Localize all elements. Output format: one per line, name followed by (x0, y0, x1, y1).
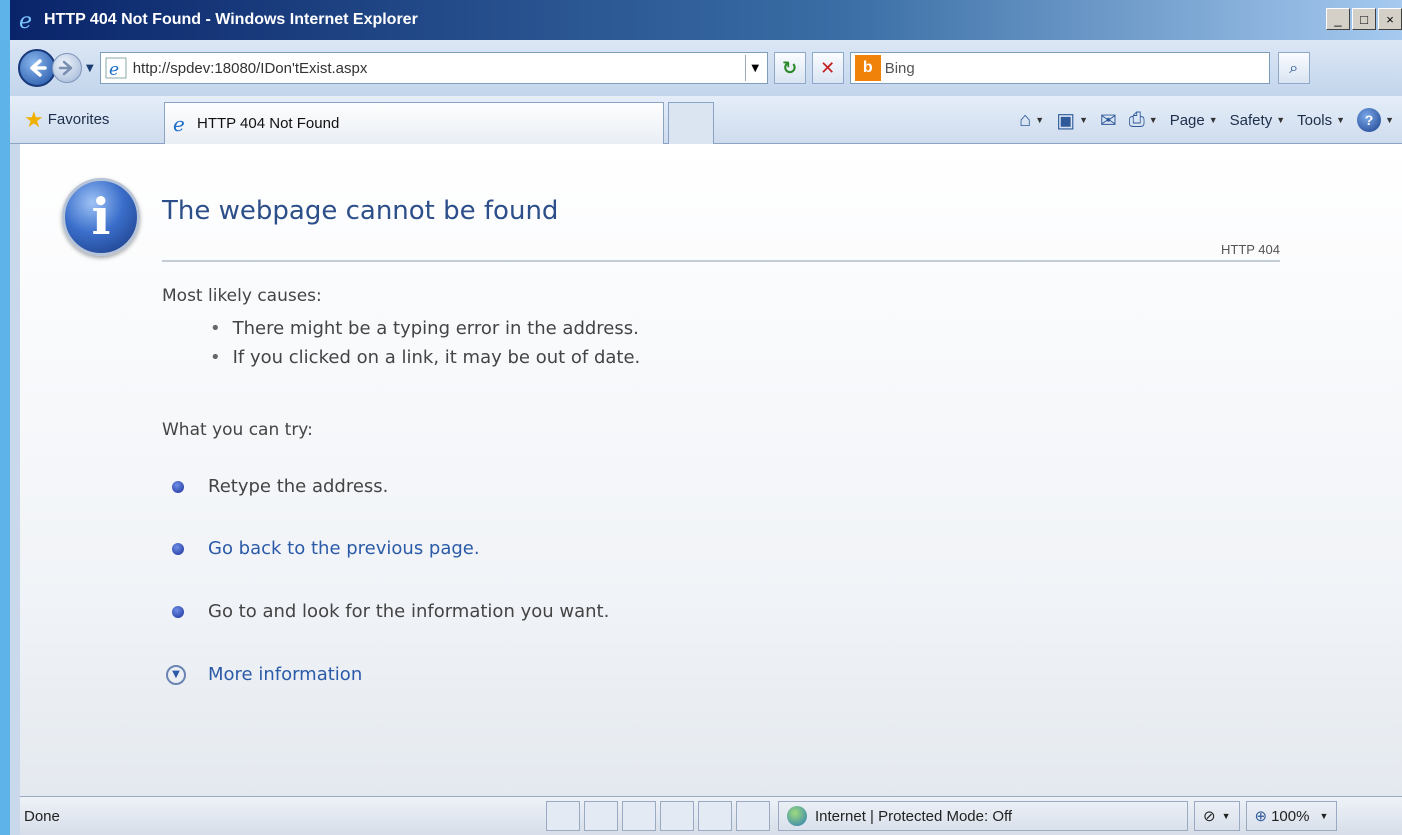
bullet-icon (172, 605, 184, 618)
go-to-text: Go to and look for the information you w… (208, 601, 610, 622)
svg-text:e: e (173, 112, 185, 134)
star-icon: ★ (24, 106, 44, 132)
try-heading: What you can try: (162, 420, 313, 440)
window-title: HTTP 404 Not Found - Windows Internet Ex… (44, 11, 418, 28)
error-code: HTTP 404 (1220, 242, 1280, 257)
feeds-button[interactable]: ▣ ▼ (1052, 108, 1092, 133)
title-bar: e HTTP 404 Not Found - Windows Internet … (10, 0, 1402, 40)
tools-menu[interactable]: Tools ▼ (1293, 112, 1349, 129)
globe-icon (787, 806, 807, 826)
more-information-link[interactable]: More information (208, 664, 362, 685)
bing-icon: b (854, 55, 881, 81)
favorites-button[interactable]: ★ Favorites (24, 107, 164, 133)
privacy-icon: ⊘ (1203, 808, 1216, 825)
search-box[interactable]: b (849, 52, 1270, 84)
more-information-item[interactable]: ▼ More information (166, 664, 362, 685)
status-pane (698, 801, 732, 831)
svg-text:e: e (19, 9, 32, 32)
zone-text: Internet | Protected Mode: Off (815, 807, 1013, 825)
ie-logo-icon: e (173, 112, 185, 134)
status-pane (660, 801, 694, 831)
page-menu[interactable]: Page ▼ (1166, 112, 1222, 129)
chevron-down-icon[interactable]: ▼ (166, 664, 186, 685)
address-dropdown[interactable]: ▼ (744, 55, 765, 81)
status-text: Done (24, 807, 60, 825)
rss-icon: ▣ (1056, 109, 1076, 132)
tab-http-404[interactable]: e HTTP 404 Not Found (164, 101, 664, 144)
causes-list: • There might be a typing error in the ad… (210, 318, 640, 376)
status-pane (584, 801, 618, 831)
favorites-label: Favorites (47, 111, 110, 128)
svg-text:e: e (109, 60, 119, 79)
ie-window: e HTTP 404 Not Found - Windows Internet … (0, 0, 1402, 835)
magnifier-icon: ⌕ (1289, 58, 1299, 77)
ie-logo-icon: e (19, 9, 32, 32)
home-button[interactable]: ⌂ ▼ (1015, 109, 1048, 132)
zoom-button[interactable]: ⊕ 100% ▼ (1245, 801, 1338, 831)
zoom-level: 100% (1271, 807, 1310, 825)
retype-address-text: Retype the address. (208, 476, 389, 497)
bullet-icon (172, 542, 184, 555)
search-input[interactable] (884, 59, 1245, 77)
command-toolbar: ★ Favorites e HTTP 404 Not Found ⌂ ▼ ▣ ▼ ✉… (10, 96, 1402, 144)
tab-title: HTTP 404 Not Found (197, 114, 340, 132)
maximize-button[interactable]: □ (1352, 8, 1376, 30)
divider (162, 260, 1280, 262)
go-to-item: Go to and look for the information you w… (172, 601, 609, 622)
safety-menu[interactable]: Safety ▼ (1226, 112, 1289, 129)
page-menu-label: Page (1169, 111, 1205, 129)
close-button[interactable]: × (1378, 8, 1402, 30)
recent-pages-dropdown[interactable]: ▼ (86, 63, 94, 74)
page-ie-icon: e (105, 57, 127, 79)
print-button[interactable]: ⎙ ▼ (1125, 109, 1162, 132)
new-tab-button[interactable] (668, 101, 714, 144)
help-icon: ? (1357, 108, 1382, 132)
causes-heading: Most likely causes: (162, 286, 322, 306)
status-pane (736, 801, 770, 831)
go-back-link[interactable]: Go back to the previous page. (208, 538, 480, 559)
back-arrow-icon (30, 59, 47, 77)
status-pane (546, 801, 580, 831)
go-back-item: Go back to the previous page. (172, 538, 480, 559)
home-icon: ⌂ (1019, 108, 1032, 131)
address-toolbar: ▼ e http://spdev:18080/IDon'tExist.aspx … (10, 40, 1402, 96)
stop-icon: ✕ (820, 57, 836, 79)
back-button[interactable] (18, 49, 56, 87)
printer-icon: ⎙ (1128, 108, 1145, 131)
command-buttons: ⌂ ▼ ▣ ▼ ✉ ⎙ ▼ Page ▼ Safety ▼ Tools ▼ ? ▼ (1015, 96, 1402, 144)
mail-icon: ✉ (1100, 109, 1117, 132)
page-content: i The webpage cannot be found HTTP 404 M… (20, 144, 1402, 796)
address-url[interactable]: http://spdev:18080/IDon'tExist.aspx (133, 60, 745, 77)
window-controls: _ □ × (1326, 8, 1402, 30)
retype-address-item: Retype the address. (172, 476, 388, 497)
info-icon: i (62, 178, 140, 256)
security-zone[interactable]: Internet | Protected Mode: Off (778, 801, 1188, 831)
refresh-button[interactable]: ↻ (773, 52, 806, 84)
bullet-icon (172, 480, 184, 493)
help-button[interactable]: ? ▼ (1353, 108, 1398, 132)
status-pane (622, 801, 656, 831)
list-item: • If you clicked on a link, it may be out… (210, 347, 641, 368)
list-item: • There might be a typing error in the ad… (210, 318, 639, 339)
stop-button[interactable]: ✕ (811, 52, 844, 84)
address-bar[interactable]: e http://spdev:18080/IDon'tExist.aspx ▼ (99, 52, 768, 84)
tools-menu-label: Tools (1297, 111, 1333, 129)
forward-arrow-icon (58, 60, 73, 76)
search-button[interactable]: ⌕ (1277, 52, 1310, 84)
privacy-button[interactable]: ⊘ ▼ (1194, 801, 1240, 831)
safety-menu-label: Safety (1229, 111, 1273, 129)
page-title: The webpage cannot be found (162, 196, 559, 226)
mail-button[interactable]: ✉ (1096, 108, 1121, 133)
minimize-button[interactable]: _ (1326, 8, 1350, 30)
status-bar: Done Internet | Protected Mode: Off ⊘ ▼ ⊕… (20, 796, 1402, 835)
zoom-icon: ⊕ (1254, 808, 1268, 825)
forward-button[interactable] (52, 53, 82, 83)
refresh-icon: ↻ (782, 57, 798, 79)
